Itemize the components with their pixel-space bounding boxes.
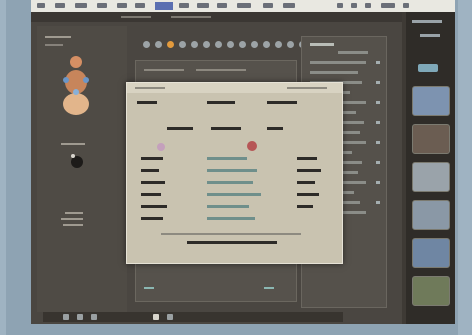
menu-bar: [31, 0, 455, 12]
menu-item[interactable]: [55, 3, 65, 8]
orange-tool-icon[interactable]: [167, 41, 174, 48]
panel-label: [61, 143, 85, 145]
slider[interactable]: [207, 205, 249, 208]
photo-thumbnail[interactable]: [412, 238, 450, 268]
photo-thumbnail[interactable]: [412, 124, 450, 154]
brush-tool-icon[interactable]: [67, 150, 87, 172]
app-icon[interactable]: [167, 314, 173, 320]
field-label: [141, 217, 163, 220]
status-icon[interactable]: [337, 3, 343, 8]
photo-thumbnail[interactable]: [412, 162, 450, 192]
panel-label: [61, 218, 83, 220]
tool-icon[interactable]: [251, 41, 258, 48]
field-label: [141, 181, 165, 184]
dialog-label: [211, 127, 241, 130]
status-icon[interactable]: [351, 3, 357, 8]
tool-icon[interactable]: [215, 41, 222, 48]
slider[interactable]: [207, 217, 255, 220]
field-label: [141, 169, 159, 172]
photo-thumbnail[interactable]: [412, 276, 450, 306]
field-label: [141, 157, 163, 160]
menu-item[interactable]: [135, 3, 145, 8]
menu-item[interactable]: [179, 3, 189, 8]
character-preview: [63, 56, 89, 115]
dialog-footer-text: [187, 241, 277, 244]
app-icon[interactable]: [91, 314, 97, 320]
search-icon[interactable]: [403, 3, 409, 8]
panel-label: [63, 224, 83, 226]
menu-item[interactable]: [263, 3, 273, 8]
app-menu[interactable]: [37, 3, 45, 8]
field-label: [297, 169, 321, 172]
menu-item[interactable]: [197, 3, 209, 8]
field-label: [297, 205, 313, 208]
tool-icon[interactable]: [227, 41, 234, 48]
options-bar: [31, 12, 402, 22]
menu-item[interactable]: [117, 3, 127, 8]
figure-base: [63, 93, 89, 115]
field-label: [141, 193, 161, 196]
sidebar-button[interactable]: [418, 64, 438, 72]
tool-icon[interactable]: [275, 41, 282, 48]
slider[interactable]: [207, 181, 253, 184]
panel-label: [65, 212, 83, 214]
slider[interactable]: [207, 169, 257, 172]
color-target-icon[interactable]: [247, 141, 257, 151]
figure-marker: [73, 89, 79, 95]
figure-head: [70, 56, 82, 68]
slider[interactable]: [207, 193, 261, 196]
dialog-label: [207, 101, 235, 104]
photo-thumbnail[interactable]: [412, 200, 450, 230]
menu-item[interactable]: [217, 3, 227, 8]
menu-item[interactable]: [237, 3, 251, 8]
settings-dialog: [126, 82, 343, 264]
menu-item[interactable]: [97, 3, 107, 8]
figure-marker: [63, 77, 69, 83]
tool-icon[interactable]: [179, 41, 186, 48]
tool-icon[interactable]: [143, 41, 150, 48]
menu-item-selected[interactable]: [155, 2, 173, 10]
app-icon[interactable]: [153, 314, 159, 320]
slider[interactable]: [207, 157, 247, 160]
dialog-titlebar[interactable]: [127, 83, 342, 93]
field-label: [141, 205, 167, 208]
clock: [381, 3, 395, 8]
dialog-label: [267, 127, 283, 130]
app-icon[interactable]: [77, 314, 83, 320]
tool-icon[interactable]: [191, 41, 198, 48]
dialog-label: [267, 101, 297, 104]
dialog-divider: [161, 233, 301, 235]
tool-icon[interactable]: [155, 41, 162, 48]
tool-icon[interactable]: [203, 41, 210, 48]
app-icon[interactable]: [63, 314, 69, 320]
dock: [43, 312, 343, 322]
thumbnail-sidebar: [406, 12, 455, 324]
field-label: [297, 193, 319, 196]
photo-thumbnail[interactable]: [412, 86, 450, 116]
menu-item[interactable]: [75, 3, 87, 8]
tool-icon[interactable]: [287, 41, 294, 48]
dialog-label: [137, 101, 157, 104]
field-label: [297, 157, 317, 160]
figure-marker: [83, 77, 89, 83]
status-icon[interactable]: [365, 3, 371, 8]
menu-item[interactable]: [283, 3, 295, 8]
tool-icon[interactable]: [263, 41, 270, 48]
screen: [31, 0, 455, 324]
dialog-label: [167, 127, 193, 130]
tool-icon[interactable]: [239, 41, 246, 48]
color-swatch[interactable]: [157, 143, 165, 151]
field-label: [297, 181, 315, 184]
